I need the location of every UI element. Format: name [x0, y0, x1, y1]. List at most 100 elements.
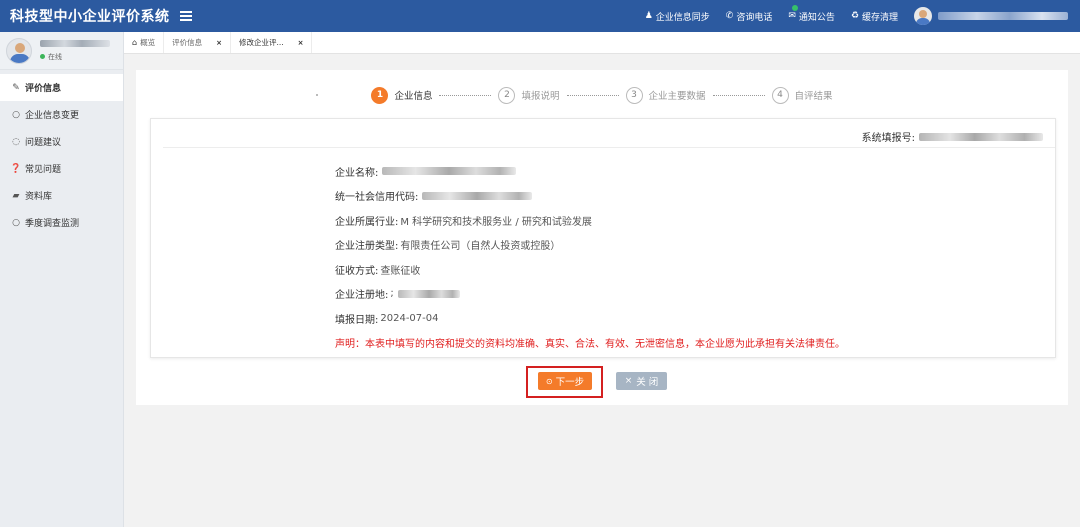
close-icon[interactable]: × — [216, 39, 222, 47]
field-industry: 企业所属行业: M 科学研究和技术服务业 / 研究和试验发展 — [335, 208, 845, 233]
step-connector — [712, 94, 765, 96]
step-number: 4 — [771, 86, 789, 104]
online-dot-icon — [40, 54, 45, 59]
chat-icon: ◌ — [12, 136, 20, 147]
registration-place-redacted — [397, 289, 460, 298]
hamburger-menu-icon[interactable] — [179, 11, 192, 21]
check-circle-icon: ⊙ — [545, 376, 553, 386]
sidebar-item-faq[interactable]: ❓ 常见问题 — [0, 155, 123, 182]
system-report-number-redacted — [919, 132, 1043, 141]
tab-label: 评价信息 — [172, 38, 203, 47]
phone-icon: ✆ — [725, 11, 734, 21]
action-buttons: ⊙ 下一步 × 关 闭 — [136, 366, 1068, 398]
sidebar-item-suggestions[interactable]: ◌ 问题建议 — [0, 128, 123, 155]
field-value: 有限责任公司（自然人投资或控股） — [400, 241, 561, 253]
sidebar-item-evaluation-info[interactable]: ✎ 评价信息 — [0, 74, 123, 101]
field-company-name: 企业名称: — [335, 159, 845, 184]
step-label: 填报说明 — [521, 91, 560, 102]
field-tax-method: 征收方式: 查账征收 — [335, 257, 845, 282]
field-value: 查账征收 — [380, 265, 421, 277]
nav-sync-company-info[interactable]: ♟ 企业信息同步 — [645, 10, 710, 23]
user-avatar[interactable] — [914, 7, 932, 25]
next-step-label: 下一步 — [555, 377, 585, 388]
question-icon: ❓ — [10, 163, 22, 174]
next-step-button[interactable]: ⊙ 下一步 — [538, 372, 592, 390]
home-icon: ⌂ — [132, 38, 138, 47]
sidebar-item-library[interactable]: ▰ 资料库 — [0, 182, 123, 209]
circle-icon: ○ — [12, 109, 20, 120]
nav-clear-cache[interactable]: ♻ 缓存清理 — [851, 10, 898, 23]
nav-label: 通知公告 — [798, 12, 835, 23]
step-connector — [439, 94, 492, 96]
sidebar-item-label: 企业信息变更 — [25, 111, 80, 121]
sidebar-item-label: 常见问题 — [25, 165, 62, 175]
tab-label: 修改企业评... — [238, 38, 284, 47]
step-instructions: 2 填报说明 — [498, 86, 560, 104]
tab-overview[interactable]: ⌂ 概览 — [124, 32, 165, 53]
step-main-data: 3 企业主要数据 — [625, 86, 706, 104]
sidebar: 在线 ✎ 评价信息 ○ 企业信息变更 ◌ 问题建议 ❓ 常见问题 ▰ 资料库 ○… — [0, 32, 124, 527]
step-number: 2 — [498, 86, 516, 104]
field-label: 填报日期: — [335, 314, 379, 326]
step-label: 企业信息 — [394, 91, 433, 102]
step-number: 3 — [625, 86, 643, 104]
step-label: 自评结果 — [794, 91, 833, 102]
mail-icon: ✉ — [788, 11, 796, 21]
field-report-date: 填报日期: 2024-07-04 — [335, 306, 845, 331]
edit-icon: ✎ — [12, 82, 20, 93]
field-label: 企业注册地: — [335, 290, 389, 302]
nav-notices[interactable]: ✉ 通知公告 — [788, 4, 835, 23]
divider — [163, 147, 1055, 148]
field-registration-place: 企业注册地: ; — [335, 282, 845, 307]
top-header: 科技型中小企业评价系统 ♟ 企业信息同步 ✆ 咨询电话 ✉ 通知公告 ♻ 缓存清… — [0, 0, 1080, 32]
refresh-icon: ♻ — [850, 11, 859, 21]
declaration-row: 声明：本表中填写的内容和提交的资料均准确、真实、合法、有效、无泄密信息，本企业愿… — [335, 331, 845, 356]
credit-code-redacted — [422, 191, 533, 200]
nav-label: 企业信息同步 — [655, 12, 710, 23]
nav-label: 咨询电话 — [736, 12, 773, 23]
user-icon: ♟ — [644, 11, 653, 21]
system-report-number: 系统填报号: — [862, 129, 1043, 144]
sidebar-menu: ✎ 评价信息 ○ 企业信息变更 ◌ 问题建议 ❓ 常见问题 ▰ 资料库 ○ 季度… — [0, 70, 123, 236]
field-registration-type: 企业注册类型: 有限责任公司（自然人投资或控股） — [335, 233, 845, 258]
step-number: 1 — [371, 86, 389, 104]
field-label: 企业注册类型: — [335, 241, 399, 253]
sidebar-item-label: 评价信息 — [25, 84, 62, 94]
field-label: 企业名称: — [335, 167, 379, 179]
field-value-prefix: ; — [390, 288, 394, 300]
tab-edit-company-eval[interactable]: 修改企业评... × — [231, 32, 313, 53]
field-label: 征收方式: — [335, 265, 379, 277]
field-label: 企业所属行业: — [335, 216, 399, 228]
close-button[interactable]: × 关 闭 — [616, 372, 667, 390]
sidebar-item-label: 资料库 — [25, 192, 53, 202]
notification-dot — [792, 4, 799, 11]
close-icon[interactable]: × — [298, 39, 304, 47]
declaration-text: 声明：本表中填写的内容和提交的资料均准确、真实、合法、有效、无泄密信息，本企业愿… — [335, 339, 845, 351]
close-icon: × — [624, 376, 633, 386]
step-label: 企业主要数据 — [648, 91, 706, 102]
field-value: 2024-07-04 — [380, 312, 439, 324]
circle-icon: ○ — [12, 217, 20, 228]
tab-evaluation-info[interactable]: 评价信息 × — [164, 32, 231, 53]
step-progress: 1 企业信息 2 填报说明 3 企业主要数据 4 自评结果 — [136, 82, 1068, 108]
step-company-info: 1 企业信息 — [371, 86, 433, 104]
close-label: 关 闭 — [636, 377, 659, 388]
main-content: 1 企业信息 2 填报说明 3 企业主要数据 4 自评结果 系统填报号: 企业名… — [136, 70, 1068, 405]
tab-label: 概览 — [140, 38, 156, 47]
system-report-number-label: 系统填报号: — [861, 133, 915, 144]
field-label: 统一社会信用代码: — [335, 192, 419, 204]
nav-consult-phone[interactable]: ✆ 咨询电话 — [726, 10, 773, 23]
sidebar-item-company-change[interactable]: ○ 企业信息变更 — [0, 101, 123, 128]
sidebar-item-label: 问题建议 — [25, 138, 62, 148]
sidebar-item-quarterly-survey[interactable]: ○ 季度调查监测 — [0, 209, 123, 236]
tab-bar: ⌂ 概览 评价信息 × 修改企业评... × — [124, 32, 1080, 54]
nav-label: 缓存清理 — [861, 12, 898, 23]
step-connector — [566, 94, 619, 96]
username-redacted[interactable] — [938, 12, 1068, 20]
step-self-eval-result: 4 自评结果 — [771, 86, 833, 104]
decorative-dot — [316, 94, 318, 96]
online-status: 在线 — [40, 52, 110, 62]
field-value: M 科学研究和技术服务业 / 研究和试验发展 — [400, 216, 592, 228]
app-title: 科技型中小企业评价系统 — [0, 6, 192, 26]
company-fields: 企业名称: 统一社会信用代码: 企业所属行业: M 科学研究和技术服务业 / 研… — [335, 159, 845, 355]
